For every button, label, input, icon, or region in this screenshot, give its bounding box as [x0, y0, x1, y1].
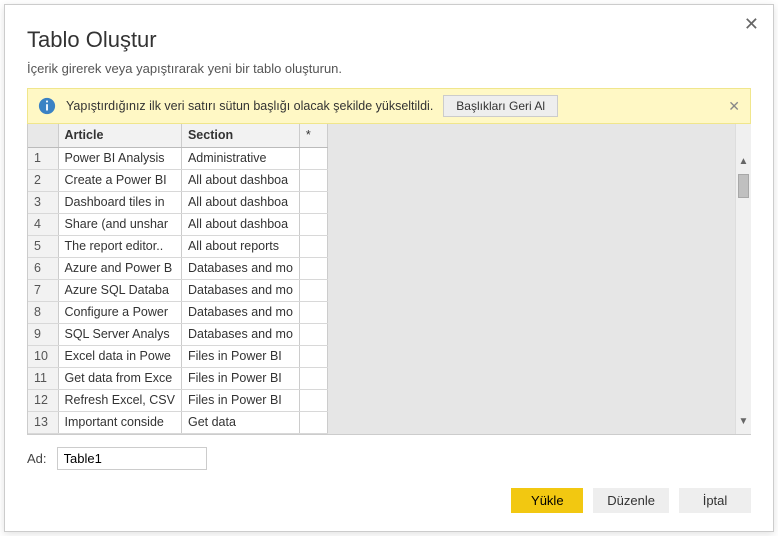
cell-empty[interactable]: [299, 367, 327, 389]
cell-section[interactable]: All about dashboa: [181, 191, 299, 213]
row-index: 7: [28, 279, 58, 301]
table-name-row: Ad:: [27, 447, 751, 470]
cell-empty[interactable]: [299, 235, 327, 257]
cell-article[interactable]: SQL Server Analys: [58, 323, 181, 345]
table-row[interactable]: 4Share (and unsharAll about dashboa: [28, 213, 327, 235]
table-row[interactable]: 13Important consideGet data: [28, 411, 327, 433]
dialog-subtitle: İçerik girerek veya yapıştırarak yeni bi…: [27, 61, 751, 76]
cell-section[interactable]: Files in Power BI: [181, 367, 299, 389]
column-header-section[interactable]: Section: [181, 124, 299, 147]
add-column-header[interactable]: *: [299, 124, 327, 147]
header-row: Article Section *: [28, 124, 327, 147]
cell-empty[interactable]: [299, 279, 327, 301]
cell-section[interactable]: All about dashboa: [181, 213, 299, 235]
scroll-thumb[interactable]: [738, 174, 749, 198]
cell-section[interactable]: Databases and mo: [181, 279, 299, 301]
cell-empty[interactable]: [299, 323, 327, 345]
row-index: 12: [28, 389, 58, 411]
cell-section[interactable]: Get data: [181, 411, 299, 433]
cell-article[interactable]: Azure SQL Databa: [58, 279, 181, 301]
cell-section[interactable]: Databases and mo: [181, 323, 299, 345]
row-index: 4: [28, 213, 58, 235]
row-index: 6: [28, 257, 58, 279]
cell-empty[interactable]: [299, 191, 327, 213]
row-index: 1: [28, 147, 58, 169]
cell-empty[interactable]: [299, 411, 327, 433]
cell-empty[interactable]: [299, 345, 327, 367]
cell-article[interactable]: Configure a Power: [58, 301, 181, 323]
cell-article[interactable]: Refresh Excel, CSV: [58, 389, 181, 411]
cell-empty[interactable]: [299, 389, 327, 411]
table-row[interactable]: 11Get data from ExceFiles in Power BI: [28, 367, 327, 389]
row-index: 10: [28, 345, 58, 367]
scroll-up-arrow[interactable]: ▲: [736, 152, 751, 170]
info-bar: Yapıştırdığınız ilk veri satırı sütun ba…: [27, 88, 751, 124]
cell-section[interactable]: All about reports: [181, 235, 299, 257]
cell-section[interactable]: All about dashboa: [181, 169, 299, 191]
data-grid: Article Section * 1Power BI AnalysisAdmi…: [27, 124, 751, 435]
table-row[interactable]: 3Dashboard tiles inAll about dashboa: [28, 191, 327, 213]
cell-section[interactable]: Administrative: [181, 147, 299, 169]
table-row[interactable]: 9SQL Server AnalysDatabases and mo: [28, 323, 327, 345]
cell-article[interactable]: Power BI Analysis: [58, 147, 181, 169]
cell-empty[interactable]: [299, 213, 327, 235]
column-header-article[interactable]: Article: [58, 124, 181, 147]
cell-empty[interactable]: [299, 169, 327, 191]
cell-article[interactable]: Get data from Exce: [58, 367, 181, 389]
table-row[interactable]: 10Excel data in PoweFiles in Power BI: [28, 345, 327, 367]
cell-section[interactable]: Files in Power BI: [181, 389, 299, 411]
close-icon[interactable]: ✕: [744, 15, 759, 33]
cell-article[interactable]: Dashboard tiles in: [58, 191, 181, 213]
cell-article[interactable]: The report editor..: [58, 235, 181, 257]
undo-headers-button[interactable]: Başlıkları Geri Al: [443, 95, 558, 117]
cell-empty[interactable]: [299, 301, 327, 323]
cell-article[interactable]: Share (and unshar: [58, 213, 181, 235]
create-table-dialog: ✕ Tablo Oluştur İçerik girerek veya yapı…: [4, 4, 774, 532]
grid-scroll-area: Article Section * 1Power BI AnalysisAdmi…: [28, 124, 735, 434]
row-index: 2: [28, 169, 58, 191]
cell-article[interactable]: Azure and Power B: [58, 257, 181, 279]
scroll-down-arrow[interactable]: ▼: [736, 412, 751, 430]
info-icon: [38, 97, 56, 115]
cell-section[interactable]: Databases and mo: [181, 257, 299, 279]
cell-article[interactable]: Important conside: [58, 411, 181, 433]
dialog-footer: Yükle Düzenle İptal: [27, 488, 751, 513]
dialog-title: Tablo Oluştur: [27, 27, 751, 53]
row-index: 5: [28, 235, 58, 257]
info-message: Yapıştırdığınız ilk veri satırı sütun ba…: [66, 99, 433, 113]
cell-empty[interactable]: [299, 257, 327, 279]
cell-article[interactable]: Create a Power BI: [58, 169, 181, 191]
table-name-input[interactable]: [57, 447, 207, 470]
row-index: 3: [28, 191, 58, 213]
table-row[interactable]: 7Azure SQL DatabaDatabases and mo: [28, 279, 327, 301]
cancel-button[interactable]: İptal: [679, 488, 751, 513]
table-row[interactable]: 8Configure a PowerDatabases and mo: [28, 301, 327, 323]
cell-empty[interactable]: [299, 147, 327, 169]
cell-article[interactable]: Excel data in Powe: [58, 345, 181, 367]
vertical-scrollbar[interactable]: ▲ ▼: [735, 124, 751, 434]
row-index-header: [28, 124, 58, 147]
row-index: 9: [28, 323, 58, 345]
load-button[interactable]: Yükle: [511, 488, 583, 513]
edit-button[interactable]: Düzenle: [593, 488, 669, 513]
cell-section[interactable]: Files in Power BI: [181, 345, 299, 367]
name-label: Ad:: [27, 451, 47, 466]
table-row[interactable]: 6Azure and Power BDatabases and mo: [28, 257, 327, 279]
table-row[interactable]: 1Power BI AnalysisAdministrative: [28, 147, 327, 169]
table-row[interactable]: 12Refresh Excel, CSVFiles in Power BI: [28, 389, 327, 411]
table-row[interactable]: 5The report editor..All about reports: [28, 235, 327, 257]
row-index: 8: [28, 301, 58, 323]
row-index: 13: [28, 411, 58, 433]
cell-section[interactable]: Databases and mo: [181, 301, 299, 323]
table-row[interactable]: 2Create a Power BIAll about dashboa: [28, 169, 327, 191]
info-close-icon[interactable]: ✕: [728, 98, 740, 115]
row-index: 11: [28, 367, 58, 389]
